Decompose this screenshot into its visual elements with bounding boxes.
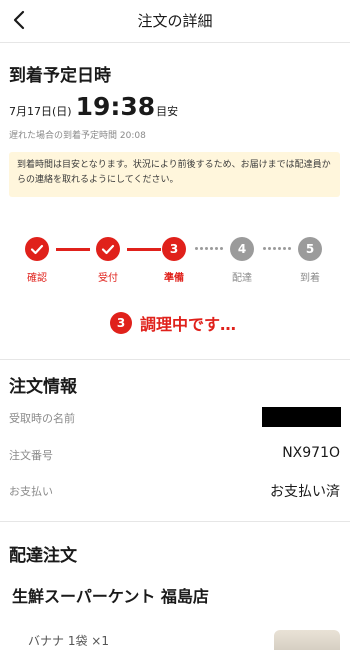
arrival-date: 7月17日(日) xyxy=(9,105,72,118)
order-status: 3 調理中です… xyxy=(110,310,236,336)
payment-label: お支払い xyxy=(9,485,53,498)
order-info-title: 注文情報 xyxy=(9,377,77,397)
step-deliver-circle: 4 xyxy=(230,237,254,261)
progress-line xyxy=(56,248,90,251)
step-label-arrive: 到着 xyxy=(300,273,320,284)
order-number-value: NX971O xyxy=(282,445,340,461)
receiver-name-redacted xyxy=(262,407,341,427)
step-arrive-circle: 5 xyxy=(298,237,322,261)
receiver-name-label: 受取時の名前 xyxy=(9,412,75,425)
status-step-badge: 3 xyxy=(110,312,132,334)
store-name: 生鮮スーパーケント 福島店 xyxy=(12,587,209,606)
late-arrival-note: 遅れた場合の到着予定時間 20:08 xyxy=(9,131,146,141)
divider xyxy=(0,359,350,360)
step-prepare-circle: 3 xyxy=(162,237,186,261)
divider xyxy=(0,42,350,43)
order-item: バナナ 1袋 ×1 xyxy=(28,634,109,648)
arrival-notice: 到着時間は目安となります。状況により前後するため、お届けまでは配達員からの連絡を… xyxy=(9,152,340,197)
step-accept-check-icon xyxy=(96,237,120,261)
header: 注文の詳細 xyxy=(0,0,350,42)
arrival-unit: 目安 xyxy=(156,105,179,118)
step-label-confirm: 確認 xyxy=(27,273,47,284)
arrival-datetime: 7月17日(日) 19:38 目安 xyxy=(9,92,178,126)
status-text: 調理中です… xyxy=(140,315,237,334)
step-label-prepare: 準備 xyxy=(164,273,184,284)
divider xyxy=(0,521,350,522)
progress-dots xyxy=(195,247,223,251)
order-number-label: 注文番号 xyxy=(9,449,53,462)
payment-value: お支払い済 xyxy=(270,484,340,500)
arrival-time: 19:38 xyxy=(75,92,156,121)
progress-line xyxy=(127,248,161,251)
progress-dots xyxy=(263,247,291,251)
delivery-title: 配達注文 xyxy=(9,546,77,566)
item-thumbnail xyxy=(274,630,340,650)
step-label-accept: 受付 xyxy=(98,273,118,284)
step-label-deliver: 配達 xyxy=(232,273,252,284)
step-confirm-check-icon xyxy=(25,237,49,261)
page-title: 注文の詳細 xyxy=(137,12,213,30)
arrival-title: 到着予定日時 xyxy=(9,66,111,86)
